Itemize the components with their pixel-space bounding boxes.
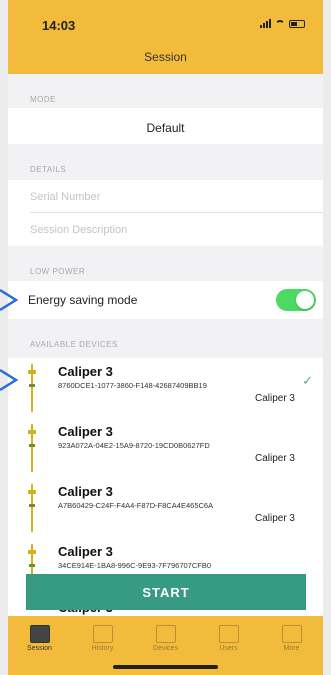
energy-saving-toggle[interactable] bbox=[276, 289, 316, 311]
devices-section-label: AVAILABLE DEVICES bbox=[30, 340, 118, 349]
device-type: Caliper 3 bbox=[254, 393, 295, 404]
caliper-icon bbox=[28, 484, 36, 532]
devices-icon bbox=[155, 625, 176, 643]
pointer-arrow-icon bbox=[0, 288, 19, 312]
header-bar: 14:03 Session bbox=[8, 0, 323, 74]
users-icon bbox=[218, 625, 239, 643]
mode-value[interactable]: Default bbox=[8, 121, 323, 135]
start-button[interactable]: START bbox=[26, 574, 306, 610]
device-name: Caliper 3 bbox=[58, 544, 113, 559]
mode-section-label: MODE bbox=[30, 95, 56, 104]
energy-saving-label: Energy saving mode bbox=[28, 293, 138, 307]
tab-label: History bbox=[91, 645, 114, 652]
device-id: 8760DCE1-1077-3860-F148-42687409BB19 bbox=[58, 381, 207, 390]
tab-label: More bbox=[283, 645, 300, 652]
device-row[interactable]: Caliper 3 8760DCE1-1077-3860-F148-426874… bbox=[8, 358, 323, 418]
device-name: Caliper 3 bbox=[58, 424, 113, 439]
device-type: Caliper 3 bbox=[254, 453, 295, 464]
battery-icon bbox=[289, 19, 305, 28]
details-separator bbox=[30, 212, 323, 213]
home-indicator bbox=[113, 665, 218, 669]
device-row[interactable]: Caliper 3 923A072A-04E2-15A9-8720-19CD0B… bbox=[8, 418, 323, 478]
tab-label: Session bbox=[27, 645, 52, 652]
tab-more[interactable]: More bbox=[260, 616, 323, 675]
device-type: Caliper 3 bbox=[254, 513, 295, 524]
device-row[interactable]: Caliper 3 A7B60429-C24F-F4A4-F87D-F8CA4E… bbox=[8, 478, 323, 538]
status-icons bbox=[260, 19, 305, 28]
tab-label: Users bbox=[219, 645, 238, 652]
pointer-arrow-icon bbox=[0, 368, 19, 392]
device-name: Caliper 3 bbox=[58, 484, 113, 499]
session-icon bbox=[29, 625, 50, 643]
caliper-icon bbox=[28, 364, 36, 412]
details-section-label: DETAILS bbox=[30, 165, 67, 174]
tab-label: Devices bbox=[153, 645, 178, 652]
checkmark-icon: ✓ bbox=[302, 373, 313, 388]
phone-screen: 14:03 Session MODE Default DETAILS Seria… bbox=[8, 0, 323, 675]
tab-session[interactable]: Session bbox=[8, 616, 71, 675]
session-description-input[interactable]: Session Description bbox=[30, 224, 127, 236]
wifi-icon bbox=[275, 19, 285, 28]
device-id: A7B60429-C24F-F4A4-F87D-F8CA4E465C6A bbox=[58, 501, 214, 510]
device-id: 923A072A-04E2-15A9-8720-19CD0B0627FD bbox=[58, 441, 210, 450]
status-time: 14:03 bbox=[42, 18, 76, 33]
details-rows bbox=[8, 180, 323, 246]
page-title: Session bbox=[144, 50, 187, 64]
device-id: 34CE914E-1BA8-996C-9E93-7F796707CFB0 bbox=[58, 561, 212, 570]
device-name: Caliper 3 bbox=[58, 364, 113, 379]
more-icon bbox=[281, 625, 302, 643]
low-power-section-label: LOW POWER bbox=[30, 267, 86, 276]
signal-icon bbox=[260, 19, 271, 28]
serial-number-input[interactable]: Serial Number bbox=[30, 191, 100, 203]
history-icon bbox=[92, 625, 113, 643]
caliper-icon bbox=[28, 424, 36, 472]
